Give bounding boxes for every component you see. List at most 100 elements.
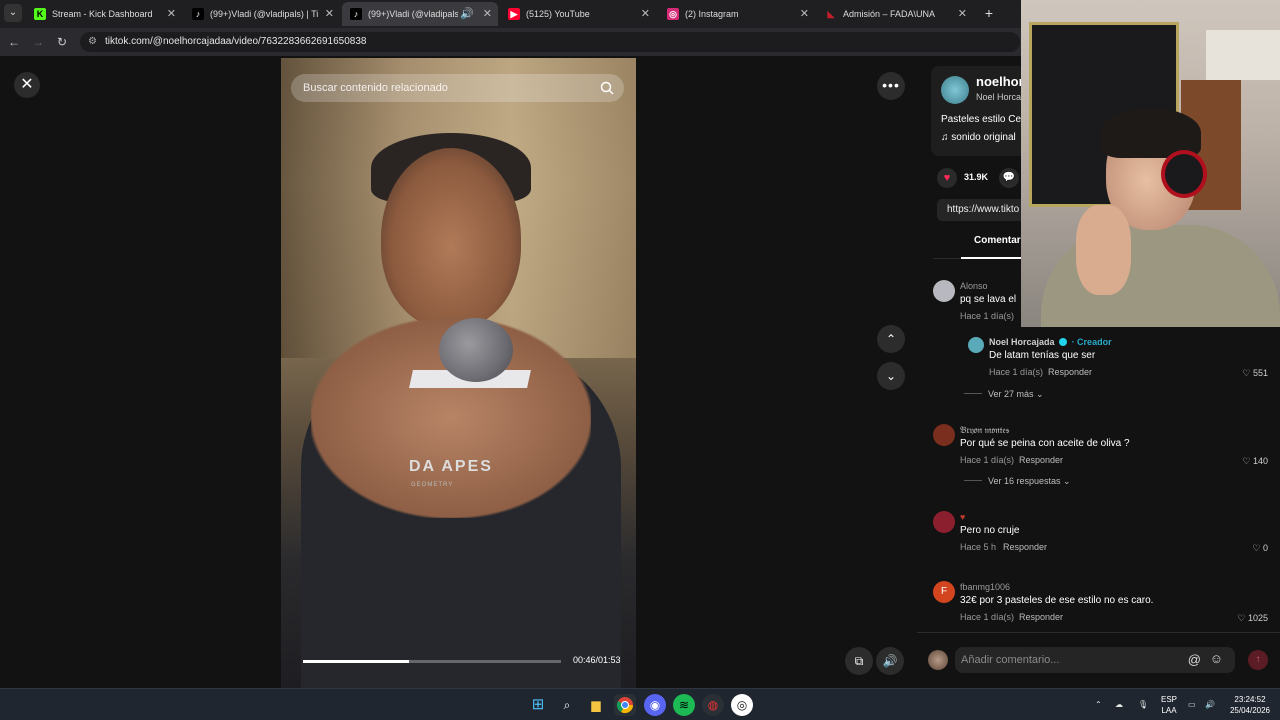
file-explorer-icon[interactable]: ▆	[585, 694, 607, 716]
discord-icon[interactable]: ◉	[644, 694, 666, 716]
address-bar[interactable]: ⚙ tiktok.com/@noelhorcajadaa/video/76322…	[80, 32, 1020, 52]
tab-admision-fada[interactable]: ◣ Admisión – FADA\UNA ✕	[817, 2, 973, 26]
music-link[interactable]: ♫ sonido original	[941, 132, 1016, 143]
author-name[interactable]: noelhor	[976, 74, 1024, 89]
audio-playing-icon[interactable]: 🔊	[460, 2, 474, 26]
tab-search-icon[interactable]: ⌄	[4, 4, 22, 22]
divider	[964, 480, 982, 481]
comment-username[interactable]: 𝔅𝔯𝔶𝔬𝔫 𝔪𝔬𝔫𝔱𝔢𝔰	[960, 425, 1009, 436]
close-tab-icon[interactable]: ✕	[483, 2, 492, 26]
video-progress-bar[interactable]	[303, 660, 561, 663]
comment-like[interactable]: ♡ 1025	[1237, 613, 1268, 624]
volume-icon[interactable]: 🔊	[1205, 689, 1215, 720]
webcam-hand	[1076, 205, 1131, 295]
tab-tiktok-vladi[interactable]: ♪ (99+)Vladi (@vladipals) | TikTok ✕	[184, 2, 340, 26]
tab-youtube[interactable]: ▶ (5125) YouTube ✕	[500, 2, 656, 26]
app-icon[interactable]: ◍	[702, 694, 724, 716]
search-placeholder: Buscar contenido relacionado	[303, 82, 448, 94]
comment-input[interactable]: Añadir comentario... @ ☺	[955, 647, 1235, 673]
post-comment-button[interactable]: ↑	[1248, 650, 1268, 670]
close-tab-icon[interactable]: ✕	[167, 2, 176, 26]
back-icon[interactable]: ←	[6, 34, 22, 50]
webcam-headset	[1161, 150, 1207, 198]
comment-username[interactable]: Alonso	[960, 281, 988, 291]
lang-line-2: LAA	[1161, 706, 1177, 715]
new-tab-button[interactable]: +	[980, 4, 998, 22]
next-video-button[interactable]: ⌄	[877, 362, 905, 390]
close-tab-icon[interactable]: ✕	[958, 2, 967, 26]
tab-title: (99+)Vladi (@vladipals) | TikTok	[210, 9, 318, 19]
comment-icon[interactable]: 💬	[999, 168, 1019, 188]
video-frame-face	[381, 148, 521, 328]
tab-comments[interactable]: Comentar	[974, 235, 1021, 246]
reply-text: De latam tenías que ser	[989, 350, 1096, 361]
close-tab-icon[interactable]: ✕	[641, 2, 650, 26]
comment-time: Hace 1 día(s)	[960, 455, 1015, 465]
author-handle: Noel Horca	[976, 92, 1022, 102]
reload-icon[interactable]: ↻	[54, 34, 70, 50]
input-language[interactable]: ESP LAA	[1158, 694, 1180, 716]
search-icon[interactable]	[600, 81, 614, 95]
previous-video-button[interactable]: ⌃	[877, 325, 905, 353]
close-tab-icon[interactable]: ✕	[800, 2, 809, 26]
volume-button[interactable]: 🔊	[876, 647, 904, 675]
comment-like[interactable]: ♡ 551	[1242, 368, 1268, 379]
like-count: 31.9K	[964, 172, 989, 182]
avatar[interactable]	[933, 280, 955, 302]
comment-placeholder: Añadir comentario...	[961, 654, 1060, 666]
related-search-input[interactable]: Buscar contenido relacionado	[291, 74, 624, 102]
windows-icon[interactable]: ⊞	[527, 694, 549, 716]
mic-icon[interactable]: 🎙	[1138, 689, 1148, 720]
reply-button[interactable]: Responder	[1048, 367, 1092, 377]
instagram-icon: ◎	[667, 8, 679, 20]
reply-username-text: Noel Horcajada	[989, 337, 1055, 347]
comment-like[interactable]: ♡ 0	[1252, 543, 1268, 554]
reply-button[interactable]: Responder	[1019, 612, 1063, 622]
tab-instagram[interactable]: ◎ (2) Instagram ✕	[659, 2, 815, 26]
video-player[interactable]: DA APES GEOMETRY Buscar contenido relaci…	[281, 58, 636, 688]
comment-like-count: 551	[1252, 368, 1268, 378]
reply-username[interactable]: Noel Horcajada · Creador	[989, 337, 1112, 347]
like-button[interactable]: ♥	[937, 168, 957, 188]
avatar[interactable]: F	[933, 581, 955, 603]
forward-icon[interactable]: →	[30, 34, 46, 50]
avatar[interactable]	[933, 511, 955, 533]
more-options-button[interactable]: •••	[877, 72, 905, 100]
search-icon[interactable]: ⌕	[556, 694, 578, 716]
emoji-icon[interactable]: ☺	[1210, 651, 1223, 666]
avatar[interactable]	[933, 424, 955, 446]
tray-chevron-icon[interactable]: ⌃	[1095, 689, 1102, 720]
clock-time: 23:24:52	[1234, 695, 1266, 704]
obs-icon[interactable]: ◎	[731, 694, 753, 716]
tab-kick-dashboard[interactable]: K Stream - Kick Dashboard ✕	[26, 2, 182, 26]
comment-username[interactable]: ♥	[960, 512, 965, 522]
lang-line-1: ESP	[1160, 695, 1177, 704]
site-info-icon[interactable]: ⚙	[88, 36, 100, 48]
system-clock[interactable]: 23:24:52 25/04/2026	[1228, 694, 1272, 716]
mention-icon[interactable]: @	[1188, 652, 1201, 667]
author-avatar[interactable]	[941, 76, 969, 104]
view-more-replies[interactable]: Ver 16 respuestas ⌄	[964, 476, 1071, 487]
video-frame-moon-cake	[439, 318, 513, 382]
reply-button[interactable]: Responder	[1019, 455, 1063, 465]
comment-like[interactable]: ♡ 140	[1242, 456, 1268, 467]
comment-text: 32€ por 3 pasteles de ese estilo no es c…	[960, 595, 1154, 606]
pip-button[interactable]: ⧉	[845, 647, 873, 675]
comment-composer: Añadir comentario... @ ☺ ↑	[917, 632, 1280, 688]
comment-username[interactable]: fbanmg1006	[960, 582, 1010, 592]
reply-button[interactable]: Responder	[1003, 542, 1047, 552]
view-more-replies[interactable]: Ver 27 más ⌄	[964, 389, 1044, 400]
network-icon[interactable]: ☁	[1115, 689, 1123, 720]
shirt-print-sub: GEOMETRY	[411, 482, 454, 488]
video-time: 00:46/01:53	[573, 655, 621, 665]
display-icon[interactable]: ▭	[1188, 689, 1196, 720]
tab-tiktok-vladi-active[interactable]: ♪ (99+)Vladi (@vladipals) | Ti 🔊 ✕	[342, 2, 498, 26]
spotify-icon[interactable]: ≋	[673, 694, 695, 716]
comment-text: Por qué se peina con aceite de oliva ?	[960, 438, 1130, 449]
close-tab-icon[interactable]: ✕	[325, 2, 334, 26]
taskbar: ⊞ ⌕ ▆ ◉ ≋ ◍ ◎ ⌃ ☁ 🎙 ESP LAA ▭ 🔊 23:24:52…	[0, 688, 1280, 720]
avatar[interactable]	[968, 337, 984, 353]
clock-date: 25/04/2026	[1229, 706, 1271, 715]
close-video-button[interactable]: ✕	[14, 72, 40, 98]
chrome-icon[interactable]	[614, 694, 636, 716]
